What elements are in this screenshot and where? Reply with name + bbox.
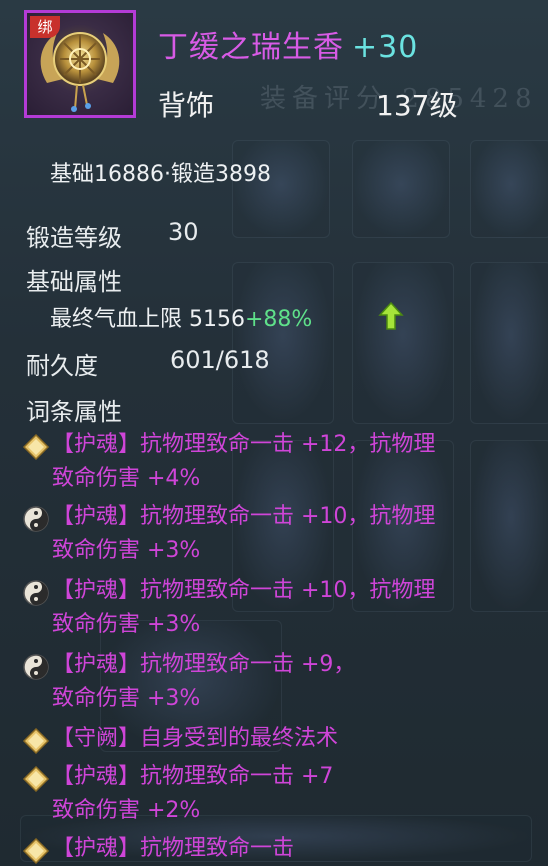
base-attribute-text: 最终气血上限 5156 xyxy=(50,307,245,332)
taiji-icon xyxy=(23,580,49,606)
affix-row: 【守阙】自身受到的最终法术 xyxy=(22,722,532,756)
affix-row: 【护魂】抗物理致命一击 xyxy=(22,832,532,866)
affix-line-2: 致命伤害 +4% xyxy=(52,466,201,491)
forge-level-value: 30 xyxy=(168,218,199,246)
affix-line-2: 致命伤害 +3% xyxy=(52,538,201,563)
affix-line-1: 【守阙】自身受到的最终法术 xyxy=(52,726,339,751)
gold-diamond-icon xyxy=(22,837,50,865)
affix-line-1: 【护魂】抗物理致命一击 +9， xyxy=(52,652,356,677)
affix-heading: 词条属性 xyxy=(26,398,122,426)
gold-diamond-icon xyxy=(22,727,50,755)
item-slot: 背饰 xyxy=(158,89,215,122)
item-tooltip: 绑 丁缓之瑞生香 +30 背饰 137级 基础16886·锻造3898 锻造等级 … xyxy=(0,0,548,866)
gold-diamond-icon xyxy=(22,433,50,461)
affix-row: 【护魂】抗物理致命一击 +10，抗物理 致命伤害 +3% xyxy=(22,500,532,568)
affix-line-2: 致命伤害 +3% xyxy=(52,686,201,711)
base-attribute-bonus: +88% xyxy=(244,307,313,332)
durability-label: 耐久度 xyxy=(26,352,98,380)
item-level: 137级 xyxy=(376,89,458,122)
affix-row: 【护魂】抗物理致命一击 +9， 致命伤害 +3% xyxy=(22,648,532,716)
item-icon[interactable]: 绑 xyxy=(24,10,136,118)
item-name: 丁缓之瑞生香 +30 xyxy=(158,22,418,66)
base-attributes-heading: 基础属性 xyxy=(26,268,122,296)
base-forge-score: 基础16886·锻造3898 xyxy=(50,162,271,187)
gold-diamond-icon xyxy=(22,765,50,793)
affix-line-1: 【护魂】抗物理致命一击 +10，抗物理 xyxy=(52,578,436,603)
base-attribute-line: 最终气血上限 5156+88% xyxy=(50,301,312,333)
bound-badge: 绑 xyxy=(30,16,60,38)
durability-value: 601/618 xyxy=(170,346,270,374)
upgrade-arrow-icon xyxy=(378,301,404,330)
affix-row: 【护魂】抗物理致命一击 +12，抗物理 致命伤害 +4% xyxy=(22,428,532,496)
affix-line-2: 致命伤害 +2% xyxy=(52,798,201,823)
item-name-text: 丁缓之瑞生香 xyxy=(158,30,344,65)
forge-level-label: 锻造等级 xyxy=(26,224,122,252)
enhance-level: +30 xyxy=(352,30,419,65)
affix-line-1: 【护魂】抗物理致命一击 xyxy=(52,836,295,861)
affix-line-1: 【护魂】抗物理致命一击 +12，抗物理 xyxy=(52,432,436,457)
affix-line-1: 【护魂】抗物理致命一击 +7 xyxy=(52,764,334,789)
taiji-icon xyxy=(23,654,49,680)
affix-row: 【护魂】抗物理致命一击 +7 致命伤害 +2% xyxy=(22,760,532,828)
taiji-icon xyxy=(23,506,49,532)
affix-line-1: 【护魂】抗物理致命一击 +10，抗物理 xyxy=(52,504,436,529)
affix-row: 【护魂】抗物理致命一击 +10，抗物理 致命伤害 +3% xyxy=(22,574,532,642)
affix-line-2: 致命伤害 +3% xyxy=(52,612,201,637)
